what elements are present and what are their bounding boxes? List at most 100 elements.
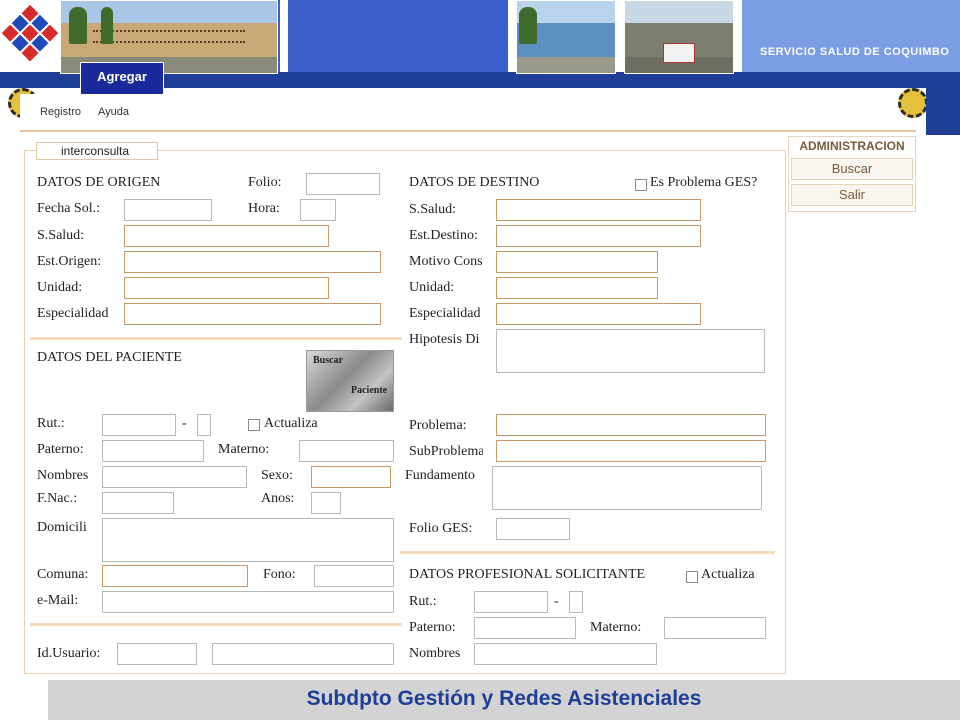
paciente-anos-label: Anos: bbox=[261, 491, 295, 506]
origen-especialidad-label: Especialidad bbox=[37, 306, 109, 321]
fecha-sol-input[interactable] bbox=[124, 199, 212, 221]
seal-right-icon bbox=[898, 88, 928, 118]
problema-label: Problema: bbox=[409, 418, 467, 433]
paciente-email-input[interactable] bbox=[102, 591, 394, 613]
origen-unidad-label: Unidad: bbox=[37, 280, 83, 295]
id-usuario-input[interactable] bbox=[117, 643, 197, 665]
paciente-fono-input[interactable] bbox=[314, 565, 394, 587]
profesional-paterno-input[interactable] bbox=[474, 617, 576, 639]
destino-salud-select[interactable] bbox=[496, 199, 701, 221]
paciente-paterno-label: Paterno: bbox=[37, 442, 84, 457]
paciente-email-label: e-Mail: bbox=[37, 593, 79, 608]
paciente-nombres-label: Nombres bbox=[37, 468, 89, 483]
paciente-comuna-select[interactable] bbox=[102, 565, 248, 587]
admin-salir-button[interactable]: Salir bbox=[791, 184, 913, 206]
admin-panel: ADMINISTRACION Buscar Salir bbox=[788, 136, 916, 212]
profesional-rut-dv-input[interactable] bbox=[569, 591, 583, 613]
admin-buscar-button[interactable]: Buscar bbox=[791, 158, 913, 180]
paciente-comuna-label: Comuna: bbox=[37, 567, 89, 582]
menu-item-ayuda[interactable]: Ayuda bbox=[98, 106, 129, 118]
paciente-nombres-input[interactable] bbox=[102, 466, 247, 488]
paciente-anos-input[interactable] bbox=[311, 492, 341, 514]
buscar-paciente-button[interactable]: Buscar Paciente bbox=[306, 350, 394, 412]
profesional-nombres-label: Nombres bbox=[409, 646, 461, 661]
paciente-sexo-select[interactable] bbox=[311, 466, 391, 488]
profesional-rut-dash: - bbox=[554, 594, 559, 609]
menu-bar: Registro Ayuda bbox=[20, 94, 916, 132]
est-origen-select[interactable] bbox=[124, 251, 381, 273]
buscar-paciente-label-top: Buscar bbox=[313, 355, 343, 366]
origen-title: DATOS DE ORIGEN bbox=[37, 175, 161, 190]
paciente-domicilio-textarea[interactable] bbox=[102, 518, 394, 562]
paciente-rut-label: Rut.: bbox=[37, 416, 65, 431]
es-problema-ges-checkbox[interactable] bbox=[635, 179, 647, 191]
profesional-rut-input[interactable] bbox=[474, 591, 548, 613]
admin-title: ADMINISTRACION bbox=[799, 139, 905, 153]
profesional-actualiza-checkbox[interactable] bbox=[686, 571, 698, 583]
paciente-domicilio-label: Domicili bbox=[37, 520, 87, 535]
paciente-sexo-label: Sexo: bbox=[261, 468, 293, 483]
hora-label: Hora: bbox=[248, 201, 280, 216]
banner-title-area bbox=[742, 0, 960, 72]
est-destino-select[interactable] bbox=[496, 225, 701, 247]
hipotesis-diagnostica-label: Hipotesis Di bbox=[409, 332, 480, 347]
profesional-actualiza-label: Actualiza bbox=[701, 567, 755, 582]
gov-logo-icon bbox=[1, 4, 59, 62]
paciente-rut-dash: - bbox=[182, 416, 187, 431]
origen-salud-label: S.Salud: bbox=[37, 228, 85, 243]
folio-ges-input[interactable] bbox=[496, 518, 570, 540]
panel-legend: interconsulta bbox=[36, 142, 158, 160]
profesional-materno-label: Materno: bbox=[590, 620, 642, 635]
footer-bar: Subdpto Gestión y Redes Asistenciales bbox=[48, 680, 960, 720]
problema-select[interactable] bbox=[496, 414, 766, 436]
subproblema-label: SubProblema bbox=[409, 444, 483, 459]
origen-especialidad-select[interactable] bbox=[124, 303, 381, 325]
paciente-actualiza-label: Actualiza bbox=[264, 416, 318, 431]
banner-gap bbox=[508, 0, 516, 72]
hospital-photo-2 bbox=[516, 0, 616, 74]
section-divider bbox=[400, 551, 775, 554]
fundamento-textarea[interactable] bbox=[492, 466, 762, 510]
motivo-consulta-select[interactable] bbox=[496, 251, 658, 273]
buscar-paciente-label-bottom: Paciente bbox=[351, 385, 388, 396]
profesional-title: DATOS PROFESIONAL SOLICITANTE bbox=[409, 567, 646, 582]
destino-salud-label: S.Salud: bbox=[409, 202, 457, 217]
origen-unidad-select[interactable] bbox=[124, 277, 329, 299]
profesional-nombres-input[interactable] bbox=[474, 643, 657, 665]
destino-especialidad-select[interactable] bbox=[496, 303, 701, 325]
paciente-paterno-input[interactable] bbox=[102, 440, 204, 462]
profesional-paterno-label: Paterno: bbox=[409, 620, 456, 635]
folio-ges-label: Folio GES: bbox=[409, 521, 473, 536]
hora-input[interactable] bbox=[300, 199, 336, 221]
profesional-materno-input[interactable] bbox=[664, 617, 766, 639]
paciente-rut-dv-input[interactable] bbox=[197, 414, 211, 436]
es-problema-ges-label: Es Problema GES? bbox=[650, 175, 758, 190]
est-destino-label: Est.Destino: bbox=[409, 228, 478, 243]
banner-title: SERVICIO SALUD DE COQUIMBO bbox=[760, 46, 950, 58]
menu-item-registro[interactable]: Registro bbox=[40, 106, 81, 118]
fecha-sol-label: Fecha Sol.: bbox=[37, 201, 100, 216]
paciente-title: DATOS DEL PACIENTE bbox=[37, 350, 182, 365]
banner-gap bbox=[734, 0, 742, 72]
paciente-fono-label: Fono: bbox=[263, 567, 296, 582]
section-divider bbox=[30, 623, 402, 626]
subproblema-select[interactable] bbox=[496, 440, 766, 462]
paciente-rut-input[interactable] bbox=[102, 414, 176, 436]
paciente-materno-input[interactable] bbox=[299, 440, 394, 462]
destino-unidad-select[interactable] bbox=[496, 277, 658, 299]
origen-salud-select[interactable] bbox=[124, 225, 329, 247]
banner-side-block bbox=[926, 88, 960, 135]
fundamento-label: Fundamento bbox=[405, 468, 475, 483]
usuario-nombre-input[interactable] bbox=[212, 643, 394, 665]
destino-title: DATOS DE DESTINO bbox=[409, 175, 540, 190]
folio-input[interactable] bbox=[306, 173, 380, 195]
paciente-actualiza-checkbox[interactable] bbox=[248, 419, 260, 431]
banner-gap bbox=[616, 0, 624, 72]
profesional-rut-label: Rut.: bbox=[409, 594, 437, 609]
paciente-fnac-input[interactable] bbox=[102, 492, 174, 514]
destino-unidad-label: Unidad: bbox=[409, 280, 455, 295]
est-origen-label: Est.Origen: bbox=[37, 254, 102, 269]
hospital-photo-3 bbox=[624, 0, 734, 74]
hipotesis-diagnostica-textarea[interactable] bbox=[496, 329, 765, 373]
id-usuario-label: Id.Usuario: bbox=[37, 646, 101, 661]
